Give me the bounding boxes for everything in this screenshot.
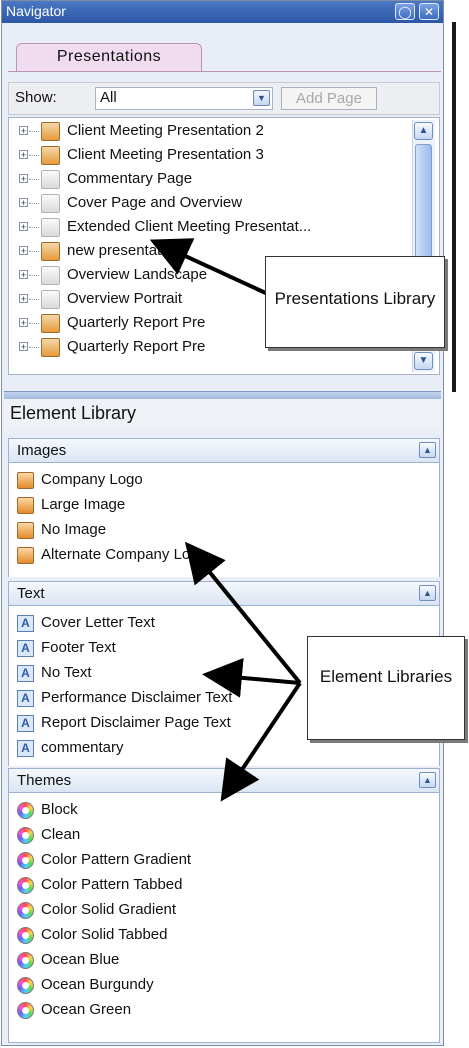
- arrow-to-presentations: [149, 238, 271, 297]
- arrow-to-themes: [220, 681, 302, 802]
- annotation-arrows: [149, 238, 302, 802]
- arrow-to-text: [202, 657, 301, 698]
- arrow-to-images: [184, 541, 302, 685]
- element-libraries-callout: Element Libraries: [307, 636, 465, 740]
- presentations-library-callout: Presentations Library: [265, 256, 445, 348]
